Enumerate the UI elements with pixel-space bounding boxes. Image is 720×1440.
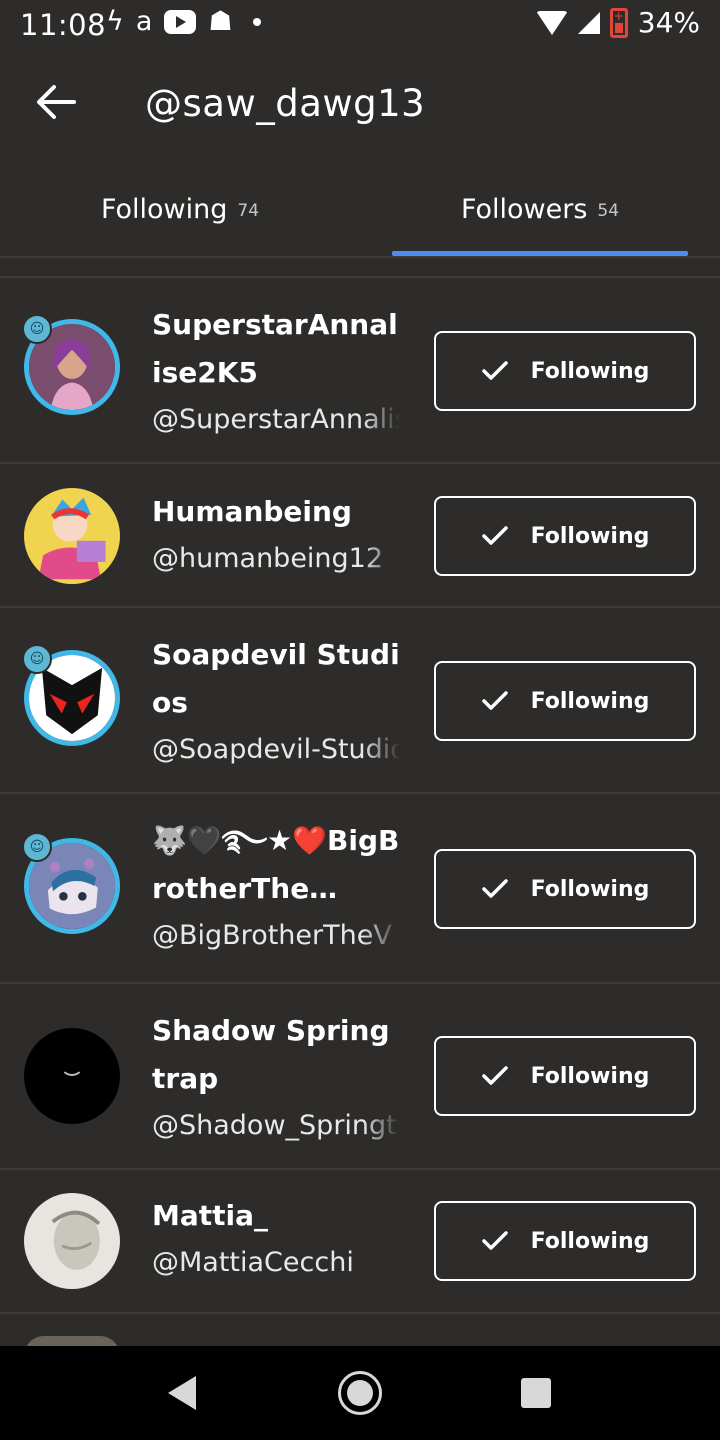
snapchat-icon: ☗ <box>208 6 233 37</box>
display-name: Shadow Springtrap <box>152 1014 390 1095</box>
list-item[interactable]: ☺ SuperstarAnnalise2K5 @SuperstarAnnalis… <box>0 278 720 464</box>
user-handle: @SuperstarAnnalise2K5 <box>152 404 400 435</box>
wifi-icon <box>535 10 568 35</box>
following-button[interactable]: Following <box>434 1201 696 1281</box>
more-notifications-icon <box>252 17 261 26</box>
user-info: Shadow Springtrap @Shadow_Springtrap <box>152 1007 402 1149</box>
following-button[interactable]: Following <box>434 849 696 929</box>
creator-badge-icon: ☺ <box>22 644 52 674</box>
display-name: Humanbeing <box>152 495 352 528</box>
checkmark-icon <box>481 691 508 710</box>
checkmark-icon <box>481 361 508 380</box>
amazon-icon: a <box>135 6 153 37</box>
app-header: @saw_dawg13 <box>0 52 720 162</box>
status-time: 11:08 <box>20 8 107 42</box>
nav-back-icon[interactable] <box>168 1376 196 1410</box>
following-button-label: Following <box>530 876 650 902</box>
tab-following[interactable]: Following 74 <box>0 162 360 256</box>
user-info: Humanbeing @humanbeing12 <box>152 488 402 582</box>
display-name: Mattia_ <box>152 1199 269 1232</box>
avatar[interactable] <box>24 488 120 584</box>
tab-followers-count: 54 <box>597 201 620 221</box>
user-handle: @BigBrotherTheV <box>152 920 392 951</box>
system-navigation-bar <box>0 1346 720 1440</box>
avatar[interactable] <box>24 1193 120 1289</box>
following-button-label: Following <box>530 358 650 384</box>
followers-list[interactable]: ☺ SuperstarAnnalise2K5 @SuperstarAnnalis… <box>0 276 720 1314</box>
page-title: @saw_dawg13 <box>145 82 426 125</box>
following-button-label: Following <box>530 1063 650 1089</box>
user-info: SuperstarAnnalise2K5 @SuperstarAnnalise2… <box>152 301 402 443</box>
back-button[interactable] <box>28 74 84 130</box>
checkmark-icon <box>481 1066 508 1085</box>
list-item[interactable]: Mattia_ @MattiaCecchi Following <box>0 1170 720 1314</box>
youtube-icon <box>164 9 197 34</box>
battery-icon <box>609 7 628 38</box>
battery-percent: 34% <box>637 6 700 39</box>
following-button-label: Following <box>530 688 650 714</box>
display-name: Soapdevil Studios <box>152 638 400 719</box>
tab-following-count: 74 <box>237 201 260 221</box>
user-info: Soapdevil Studios @Soapdevil-Studios <box>152 631 402 773</box>
status-bar: 11:08 ϟ a ☗ 34% <box>0 0 720 52</box>
display-name: SuperstarAnnalise2K5 <box>152 308 398 389</box>
avatar[interactable] <box>24 1028 120 1124</box>
following-button[interactable]: Following <box>434 1036 696 1116</box>
display-name: 🐺🖤࿐★❤️BigBrotherThe… <box>152 824 400 905</box>
following-button-label: Following <box>530 523 650 549</box>
tab-following-label: Following <box>100 193 228 225</box>
tab-followers[interactable]: Followers 54 <box>360 162 720 256</box>
user-info: Mattia_ @MattiaCecchi <box>152 1192 402 1286</box>
user-handle: @MattiaCecchi <box>152 1247 354 1278</box>
tab-bar: Following 74 Followers 54 <box>0 162 720 258</box>
nav-home-icon[interactable] <box>338 1371 382 1415</box>
user-info: 🐺🖤࿐★❤️BigBrotherThe… @BigBrotherTheV <box>152 817 402 959</box>
list-item[interactable]: ☺ 🐺🖤࿐★❤️BigBrotherThe… @BigBrotherTheV F… <box>0 794 720 984</box>
avatar-image <box>24 488 120 584</box>
following-button[interactable]: Following <box>434 331 696 411</box>
avatar-image <box>24 1028 120 1124</box>
avatar-image <box>24 1193 120 1289</box>
list-item[interactable]: ☺ Soapdevil Studios @Soapdevil-Studios F… <box>0 608 720 794</box>
active-tab-indicator <box>392 251 688 256</box>
following-button[interactable]: Following <box>434 661 696 741</box>
user-handle: @Soapdevil-Studios <box>152 734 400 765</box>
checkmark-icon <box>481 1231 508 1250</box>
following-button[interactable]: Following <box>434 496 696 576</box>
checkmark-icon <box>481 879 508 898</box>
signal-icon <box>577 11 600 34</box>
creator-badge-icon: ☺ <box>22 314 52 344</box>
checkmark-icon <box>481 526 508 545</box>
user-handle: @Shadow_Springtrap <box>152 1110 400 1141</box>
following-button-label: Following <box>530 1228 650 1254</box>
nav-recents-icon[interactable] <box>521 1378 551 1408</box>
list-item[interactable]: Shadow Springtrap @Shadow_Springtrap Fol… <box>0 984 720 1170</box>
tab-followers-label: Followers <box>460 193 588 225</box>
list-item[interactable]: Humanbeing @humanbeing12 Following <box>0 464 720 608</box>
notification-icons: ϟ a ☗ <box>106 6 261 37</box>
creator-badge-icon: ☺ <box>22 832 52 862</box>
flash-icon: ϟ <box>106 6 124 37</box>
user-handle: @humanbeing12 <box>152 543 384 574</box>
back-arrow-icon <box>37 85 76 119</box>
